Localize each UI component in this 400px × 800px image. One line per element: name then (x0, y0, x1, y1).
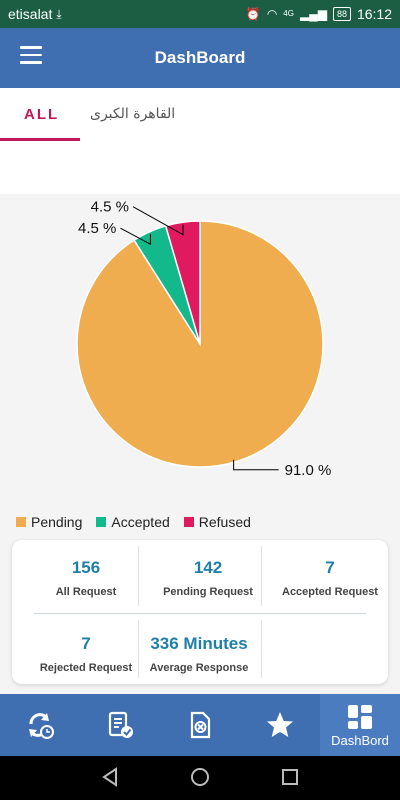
legend-label-accepted: Accepted (111, 514, 170, 530)
battery-level: 88 (332, 7, 351, 21)
document-cancel-icon (190, 711, 211, 739)
nav-approved-docs[interactable] (80, 694, 160, 756)
status-bar: etisalat ⤓ ⏰ ◠ 4G ▂▄▆ 88 16:12 (0, 0, 400, 28)
stat-label: Pending Request (163, 586, 253, 598)
refresh-clock-icon (29, 713, 54, 739)
clock: 16:12 (356, 6, 392, 22)
recents-icon[interactable] (280, 766, 300, 788)
page-title: DashBoard (154, 48, 246, 67)
stat-value: 7 (325, 558, 335, 577)
stat-value: 142 (193, 558, 223, 577)
tab-greater-cairo[interactable]: القاهرة الكبرى (90, 106, 175, 122)
legend-label-refused: Refused (198, 514, 251, 530)
stat-rejected-request[interactable]: 7 Rejected Request (24, 634, 148, 674)
stat-accepted-request[interactable]: 7 Accepted Request (268, 558, 392, 598)
pie-leader-line (233, 459, 279, 471)
stat-label: Average Response (149, 662, 249, 674)
nav-dashboard[interactable]: DashBord (320, 694, 400, 756)
network-type: 4G (283, 9, 294, 18)
dashboard-grid-icon (348, 704, 372, 729)
signal-icon: ▂▄▆ (299, 7, 327, 21)
stat-pending-request[interactable]: 142 Pending Request (146, 558, 270, 598)
nav-favorites[interactable] (240, 694, 320, 756)
stat-value: 156 (71, 558, 101, 577)
app-bar: DashBoard (0, 28, 400, 88)
stat-label: All Request (55, 586, 117, 598)
stat-value: 336 Minutes (150, 634, 248, 653)
active-tab-indicator (0, 138, 80, 141)
legend-label-pending: Pending (31, 514, 83, 530)
system-nav-bar (0, 756, 400, 800)
stat-value: 7 (81, 634, 91, 653)
chart-legend: Pending Accepted Refused (16, 514, 251, 530)
download-icon: ⤓ (56, 7, 62, 21)
legend-swatch-accepted (96, 517, 107, 527)
tab-all[interactable]: ALL (24, 106, 59, 123)
nav-dashboard-label: DashBord (331, 732, 389, 748)
pie-value-label: 4.5 % (91, 199, 129, 216)
divider (261, 620, 262, 678)
divider (138, 546, 139, 606)
pie-chart: 91.0 % 4.5 % 4.5 % (0, 194, 400, 539)
document-check-icon (108, 711, 133, 738)
region-tabs: ALL القاهرة الكبرى (0, 88, 400, 194)
star-icon (267, 712, 293, 737)
home-icon[interactable] (189, 766, 211, 788)
wifi-icon: ◠ (266, 7, 278, 21)
pie-value-label: 4.5 % (78, 220, 116, 237)
pie-chart-svg: 91.0 % 4.5 % 4.5 % (76, 199, 332, 479)
legend-swatch-pending (16, 517, 26, 527)
stats-card: 156 All Request 142 Pending Request 7 Ac… (12, 540, 388, 684)
nav-refresh[interactable] (0, 694, 80, 756)
back-icon[interactable] (100, 766, 120, 788)
stat-average-response[interactable]: 336 Minutes Average Response (136, 634, 262, 674)
stat-label: Rejected Request (39, 662, 133, 674)
bottom-nav: DashBord (0, 694, 400, 756)
legend-item-refused: Refused (183, 514, 251, 530)
divider (34, 613, 366, 614)
stat-all-request[interactable]: 156 All Request (24, 558, 148, 598)
legend-swatch-refused (183, 517, 194, 527)
divider (261, 546, 262, 606)
pie-value-label: 91.0 % (285, 462, 332, 479)
legend-item-pending: Pending (16, 514, 82, 530)
alarm-icon: ⏰ (245, 7, 261, 21)
divider (138, 620, 139, 678)
stat-label: Accepted Request (282, 586, 378, 598)
legend-item-accepted: Accepted (96, 514, 170, 530)
nav-cancelled-docs[interactable] (160, 694, 240, 756)
carrier-name: etisalat (8, 6, 53, 22)
